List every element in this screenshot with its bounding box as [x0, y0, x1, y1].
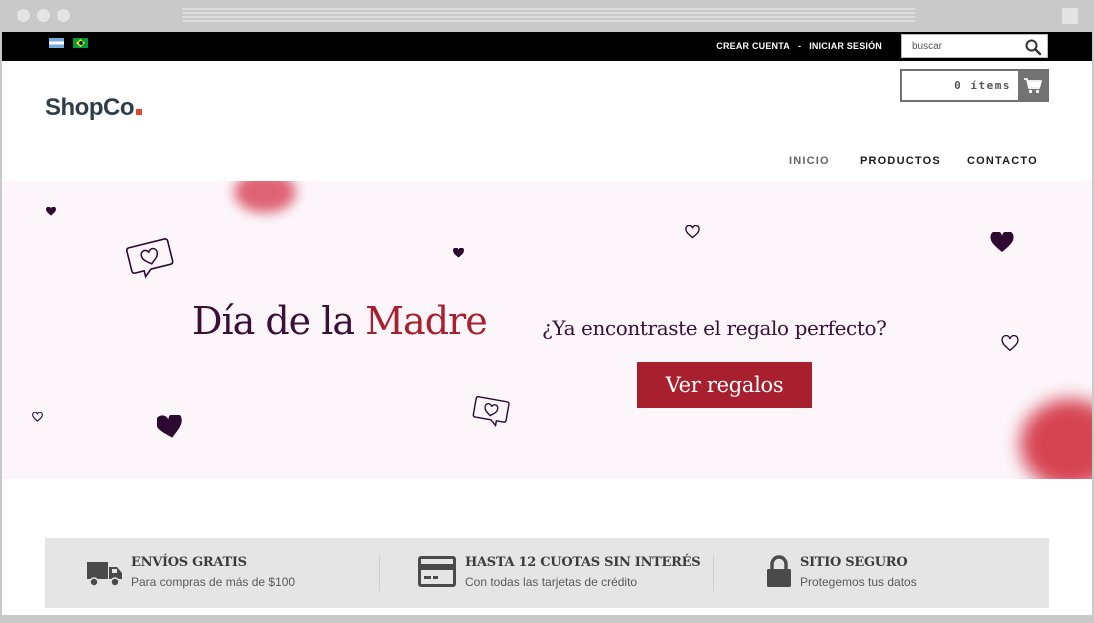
cart-button[interactable]	[1018, 71, 1047, 100]
benefit-subtitle: Para compras de más de $100	[131, 575, 296, 589]
window-minimize-dot[interactable]	[37, 9, 50, 22]
decorative-blur-heart	[234, 181, 296, 213]
browser-frame-bottom	[0, 615, 1094, 623]
ver-regalos-button[interactable]: Ver regalos	[637, 362, 812, 408]
search-input[interactable]	[902, 35, 1040, 57]
account-links: CREAR CUENTA - INICIAR SESIÓN	[716, 41, 882, 51]
heart-icon	[990, 232, 1014, 253]
window-maximize-dot[interactable]	[57, 9, 70, 22]
argentina-flag-icon[interactable]	[49, 38, 64, 48]
hero-title-part1: Día de la	[192, 299, 366, 343]
nav-item-inicio[interactable]: INICIO	[789, 155, 830, 167]
benefit-subtitle: Con todas las tarjetas de crédito	[465, 575, 638, 589]
cart-widget[interactable]: 0 ítems	[900, 69, 1049, 102]
link-separator: -	[797, 41, 802, 51]
like-bubble-icon	[472, 396, 510, 428]
window-button[interactable]	[1062, 8, 1078, 24]
heart-outline-icon	[1001, 335, 1019, 352]
benefit-secure-site: SITIO SEGURO Protegemos tus datos	[714, 538, 1049, 608]
hero-title-accent: Madre	[365, 299, 488, 343]
search-box	[901, 34, 1048, 58]
nav-item-contacto[interactable]: CONTACTO	[967, 155, 1038, 167]
heart-icon	[46, 207, 56, 216]
benefit-title: ENVÍOS GRATIS	[131, 555, 247, 570]
logo-dot	[135, 109, 142, 115]
benefit-title: HASTA 12 CUOTAS SIN INTERÉS	[465, 555, 701, 570]
heart-outline-icon	[685, 225, 700, 239]
heart-outline-icon	[32, 412, 43, 422]
address-bar[interactable]	[182, 8, 915, 22]
truck-icon	[87, 562, 122, 587]
create-account-link[interactable]: CREAR CUENTA	[716, 41, 790, 51]
benefit-free-shipping: ENVÍOS GRATIS Para compras de más de $10…	[45, 538, 380, 608]
search-icon[interactable]	[1024, 38, 1042, 56]
benefit-subtitle: Protegemos tus datos	[800, 575, 917, 589]
decorative-blur-heart	[1020, 399, 1092, 479]
benefit-title: SITIO SEGURO	[800, 555, 908, 570]
hero-banner[interactable]: Día de la Madre ¿Ya encontraste el regal…	[2, 181, 1092, 479]
logo-text: ShopCo	[45, 94, 134, 121]
hero-subtitle: ¿Ya encontraste el regalo perfecto?	[542, 316, 887, 340]
shopping-cart-icon	[1024, 78, 1042, 94]
browser-chrome	[0, 0, 1094, 32]
login-link[interactable]: INICIAR SESIÓN	[809, 41, 882, 51]
heart-icon	[453, 248, 464, 258]
credit-card-icon	[418, 556, 456, 587]
hero-title: Día de la Madre	[192, 299, 488, 343]
brazil-flag-icon[interactable]	[73, 38, 88, 48]
shop-logo[interactable]: ShopCo	[45, 94, 142, 122]
like-bubble-icon	[126, 238, 174, 279]
heart-icon	[157, 415, 182, 438]
lock-icon	[767, 555, 791, 587]
window-close-dot[interactable]	[17, 9, 30, 22]
cart-count-label: 0 ítems	[954, 79, 1011, 92]
nav-item-productos[interactable]: PRODUCTOS	[860, 155, 941, 167]
benefit-installments: HASTA 12 CUOTAS SIN INTERÉS Con todas la…	[380, 538, 714, 608]
benefits-strip: ENVÍOS GRATIS Para compras de más de $10…	[45, 538, 1049, 608]
